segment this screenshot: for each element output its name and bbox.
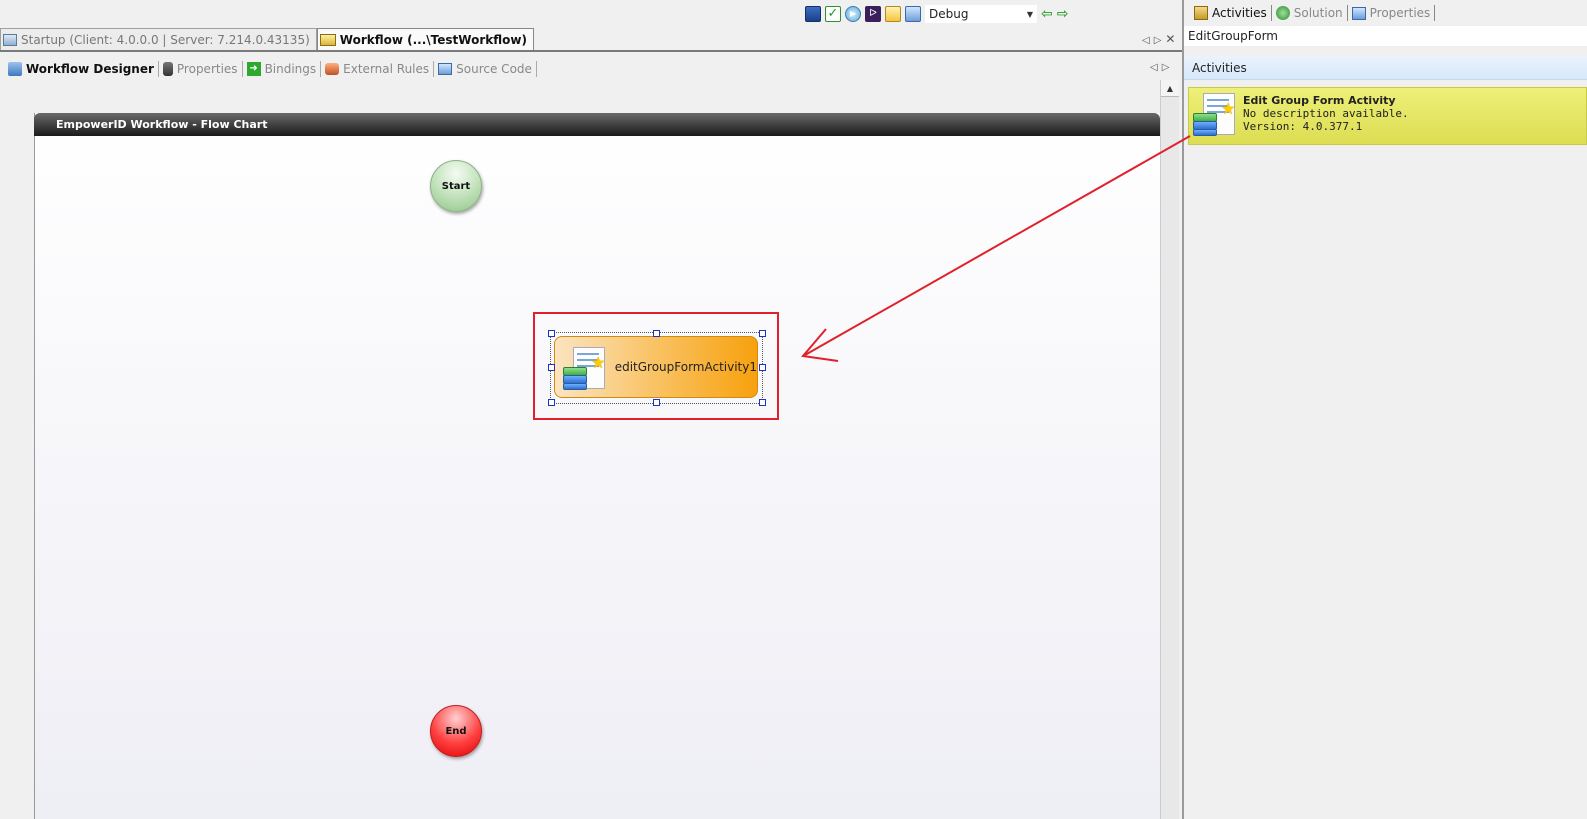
- annotation-arrow: [801, 135, 1191, 362]
